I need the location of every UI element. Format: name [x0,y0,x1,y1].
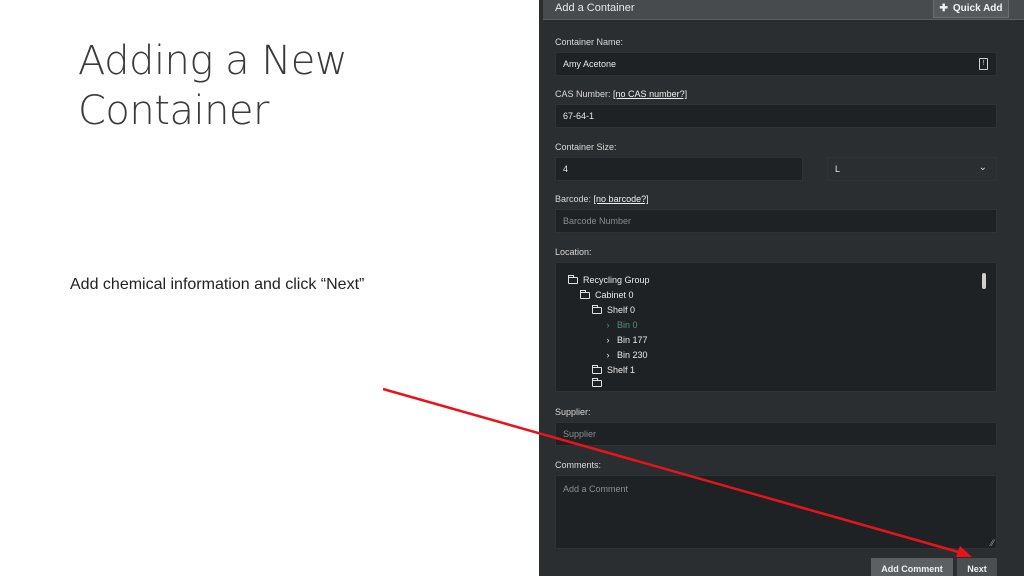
tree-item-bin-0[interactable]: › Bin 0 [604,320,638,330]
folder-icon [580,289,590,299]
panel-header: Add a Container ✚ Quick Add [543,0,1024,20]
chevron-right-icon: › [606,335,610,345]
container-name-label: Container Name: [555,37,624,47]
container-size-input[interactable]: 4 [555,157,803,181]
tree-item-label: Shelf 0 [607,305,636,315]
tree-item-bin-230[interactable]: › Bin 230 [604,350,648,360]
cas-number-label: CAS Number: [no CAS number?] [555,89,687,99]
barcode-input[interactable]: Barcode Number [555,209,997,233]
slide-title-line-1: Adding a New [78,38,348,84]
tree-scrollbar[interactable] [982,273,986,289]
panel-title: Add a Container [555,2,635,14]
tree-item-label: Bin 0 [617,320,638,330]
resize-handle-icon[interactable]: ⁄⁄ [991,538,994,548]
slide-title: Adding a New Container [78,36,498,136]
tree-item-label: Shelf 1 [607,365,636,375]
comments-label: Comments: [555,460,602,470]
tree-item-cabinet-0[interactable]: Cabinet 0 [580,289,634,300]
tree-item-label: Cabinet 0 [595,290,634,300]
next-button[interactable]: Next [957,558,997,576]
tree-item-shelf-1[interactable]: Shelf 1 [592,364,636,375]
chevron-right-icon: › [606,320,610,330]
no-barcode-link[interactable]: [no barcode?] [594,194,649,204]
quick-add-button[interactable]: ✚ Quick Add [933,0,1009,18]
add-comment-button[interactable]: Add Comment [871,558,953,576]
folder-icon [592,378,602,387]
barcode-label: Barcode: [no barcode?] [555,194,649,204]
quick-add-label: Quick Add [952,2,1003,14]
tree-item-label: Recycling Group [583,275,650,285]
chevron-right-icon: › [606,350,610,360]
folder-icon [592,364,602,374]
location-label: Location: [555,247,592,257]
tree-item-shelf-0[interactable]: Shelf 0 [592,304,636,315]
chevron-down-icon: ⌄ [978,162,987,173]
supplier-label: Supplier: [555,407,591,417]
container-name-value: Amy Acetone [563,59,617,69]
slide-caption: Add chemical information and click “Next… [70,276,365,293]
container-size-label: Container Size: [555,142,617,152]
container-unit-value: L [835,164,841,174]
folder-icon [592,304,602,314]
comments-placeholder: Add a Comment [563,484,629,494]
cas-number-input[interactable]: 67-64-1 [555,104,997,128]
plus-icon: ✚ [939,2,948,14]
tree-item-recycling-group[interactable]: Recycling Group [568,274,650,285]
container-unit-select[interactable]: L ⌄ [827,157,997,181]
folder-icon [568,274,578,284]
location-tree[interactable]: Recycling Group Cabinet 0 Shelf 0 › Bin … [555,262,997,392]
comments-textarea[interactable]: Add a Comment ⁄⁄ [555,475,997,549]
container-name-input[interactable]: Amy Acetone ! [555,52,997,76]
no-cas-number-link[interactable]: [no CAS number?] [613,89,687,99]
tree-item-label: Bin 230 [617,350,648,360]
tree-item-partial[interactable] [592,378,602,387]
tree-item-label: Bin 177 [617,335,648,345]
add-container-panel: Add a Container ✚ Quick Add Container Na… [539,0,1024,576]
barcode-label-text: Barcode: [555,194,592,204]
slide-title-line-2: Container [78,88,269,134]
supplier-input[interactable]: Supplier [555,422,997,446]
clipboard-icon[interactable]: ! [979,58,988,70]
tree-item-bin-177[interactable]: › Bin 177 [604,335,648,345]
cas-number-label-text: CAS Number: [555,89,611,99]
